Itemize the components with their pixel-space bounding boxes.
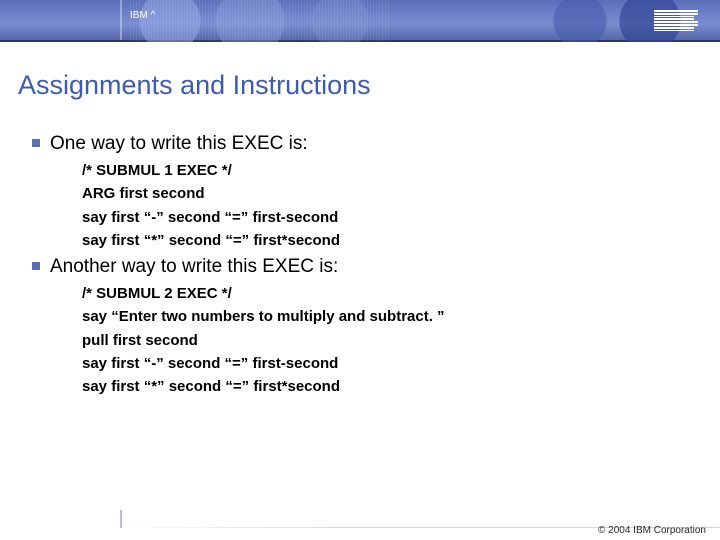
footer-accent-line	[120, 510, 122, 528]
square-bullet-icon	[32, 139, 40, 147]
square-bullet-icon	[32, 262, 40, 270]
code-block: /* SUBMUL 1 EXEC */ ARG first second say…	[82, 159, 702, 252]
code-block: /* SUBMUL 2 EXEC */ say “Enter two numbe…	[82, 282, 702, 398]
code-line: say first “-” second “=” first-second	[82, 206, 702, 229]
slide-footer: © 2004 IBM Corporation	[0, 510, 720, 540]
slide-header: IBM ^	[0, 0, 720, 42]
code-line: /* SUBMUL 2 EXEC */	[82, 282, 702, 305]
code-line: /* SUBMUL 1 EXEC */	[82, 159, 702, 182]
header-decoration-left	[130, 0, 390, 42]
code-line: say “Enter two numbers to multiply and s…	[82, 305, 702, 328]
bullet-item: One way to write this EXEC is:	[32, 133, 702, 155]
bullet-heading: Another way to write this EXEC is:	[50, 256, 338, 278]
bullet-heading: One way to write this EXEC is:	[50, 133, 308, 155]
page-title: Assignments and Instructions	[18, 70, 702, 101]
code-line: pull first second	[82, 329, 702, 352]
header-brand-label: IBM ^	[130, 10, 155, 21]
code-line: say first “*” second “=” first*second	[82, 375, 702, 398]
ibm-logo-icon	[654, 10, 698, 31]
bullet-item: Another way to write this EXEC is:	[32, 256, 702, 278]
copyright-text: © 2004 IBM Corporation	[598, 525, 706, 536]
code-line: ARG first second	[82, 182, 702, 205]
slide-content: Assignments and Instructions One way to …	[0, 42, 720, 398]
code-line: say first “-” second “=” first-second	[82, 352, 702, 375]
code-line: say first “*” second “=” first*second	[82, 229, 702, 252]
